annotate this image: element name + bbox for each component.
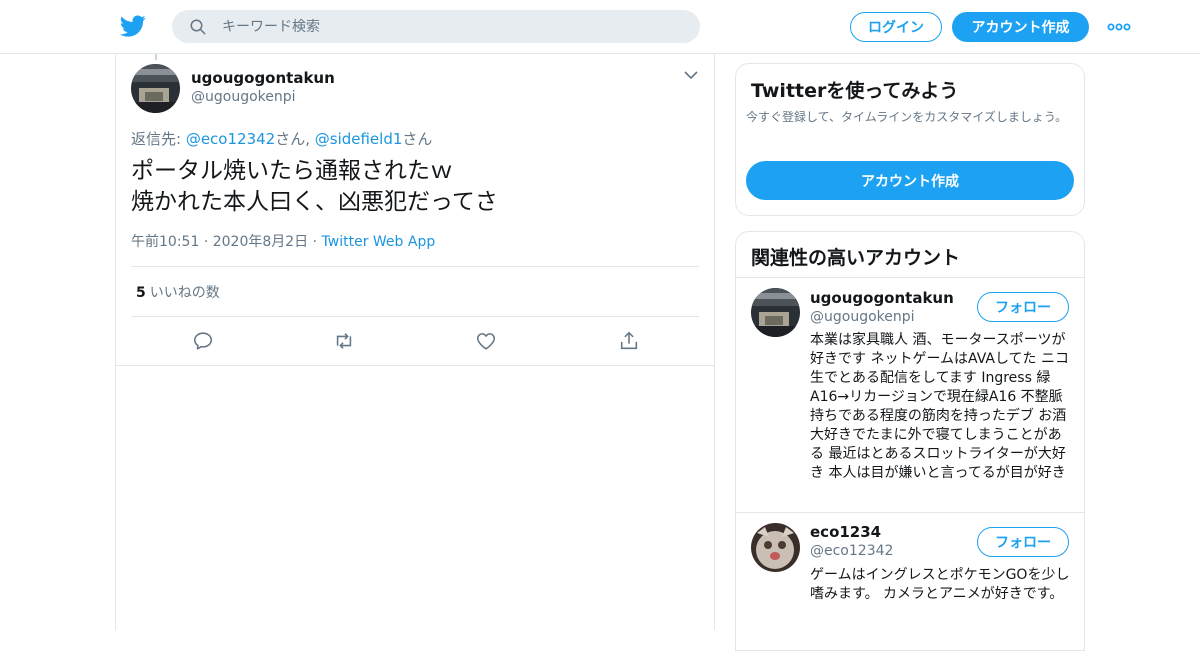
tweet-text-line: 焼かれた本人曰く、凶悪犯だってさ xyxy=(131,189,498,215)
tweet-time[interactable]: 午前10:51 xyxy=(131,234,199,250)
signup-button[interactable]: アカウント作成 xyxy=(952,12,1089,42)
account-name[interactable]: eco1234 xyxy=(810,523,881,541)
related-accounts-title: 関連性の高いアカウント xyxy=(751,247,961,269)
tweet-source[interactable]: Twitter Web App xyxy=(322,234,436,250)
likes-number: 5 xyxy=(136,285,146,301)
tweet: ugougogontakun @ugougokenpi 返信先: @eco123… xyxy=(116,54,714,366)
follow-button[interactable]: フォロー xyxy=(977,527,1069,557)
reply-prefix: 返信先: xyxy=(131,130,186,148)
mention-link[interactable]: @eco12342 xyxy=(186,130,275,148)
likes-count[interactable]: 5 いいねの数 xyxy=(136,282,220,302)
search-icon xyxy=(190,19,206,35)
author-handle[interactable]: @ugougokenpi xyxy=(191,89,296,105)
signup-card-description: 今すぐ登録して、タイムラインをカスタマイズしましょう。 xyxy=(746,110,1068,124)
create-account-button[interactable]: アカウント作成 xyxy=(746,161,1074,200)
search-input[interactable] xyxy=(222,10,682,43)
tweet-column: ugougogontakun @ugougokenpi 返信先: @eco123… xyxy=(115,54,715,630)
account-item: eco1234 @eco12342 フォロー ゲームはイングレスとポケモンGOを… xyxy=(736,513,1084,653)
mention-suffix: さん xyxy=(402,130,433,148)
author-name[interactable]: ugougogontakun xyxy=(191,69,335,87)
mention-suffix: さん, xyxy=(275,130,315,148)
avatar[interactable] xyxy=(751,523,800,572)
like-icon[interactable] xyxy=(475,330,497,352)
tweet-text: ポータル焼いたら通報されたｗ 焼かれた本人曰く、凶悪犯だってさ xyxy=(131,156,498,218)
tweet-date[interactable]: 2020年8月2日 xyxy=(213,234,308,250)
account-item: ugougogontakun @ugougokenpi フォロー 本業は家具職人… xyxy=(736,278,1084,512)
avatar[interactable] xyxy=(131,64,180,113)
avatar[interactable] xyxy=(751,288,800,337)
more-icon[interactable] xyxy=(1106,19,1132,35)
login-button[interactable]: ログイン xyxy=(850,12,942,42)
account-name[interactable]: ugougogontakun xyxy=(810,289,954,307)
related-accounts-card: 関連性の高いアカウント ugougogontakun @ugougokenpi … xyxy=(735,231,1085,651)
signup-card: Twitterを使ってみよう 今すぐ登録して、タイムラインをカスタマイズしましょ… xyxy=(735,63,1085,216)
divider xyxy=(131,316,699,317)
account-handle[interactable]: @eco12342 xyxy=(810,543,893,559)
chevron-down-icon[interactable] xyxy=(684,70,698,80)
signup-card-title: Twitterを使ってみよう xyxy=(751,80,959,102)
search-box[interactable] xyxy=(172,10,700,43)
follow-button[interactable]: フォロー xyxy=(977,292,1069,322)
reply-to-line: 返信先: @eco12342さん, @sidefield1さん xyxy=(131,128,432,149)
twitter-bird-icon[interactable] xyxy=(120,13,146,39)
retweet-icon[interactable] xyxy=(333,330,355,352)
reply-icon[interactable] xyxy=(192,330,214,352)
tweet-metadata: 午前10:51 · 2020年8月2日 · Twitter Web App xyxy=(131,234,436,250)
share-icon[interactable] xyxy=(618,330,640,352)
tweet-text-line: ポータル焼いたら通報されたｗ xyxy=(131,158,453,184)
account-handle[interactable]: @ugougokenpi xyxy=(810,309,915,325)
account-bio: 本業は家具職人 酒、モータースポーツが好きです ネットゲームはAVAしてた ニコ… xyxy=(810,332,1069,481)
account-bio: ゲームはイングレスとポケモンGOを少し嗜みます。 カメラとアニメが好きです。 xyxy=(810,567,1070,602)
divider xyxy=(131,266,699,267)
likes-label: いいねの数 xyxy=(149,285,220,301)
mention-link[interactable]: @sidefield1 xyxy=(315,130,403,148)
top-navigation-bar: ログイン アカウント作成 xyxy=(0,0,1200,54)
